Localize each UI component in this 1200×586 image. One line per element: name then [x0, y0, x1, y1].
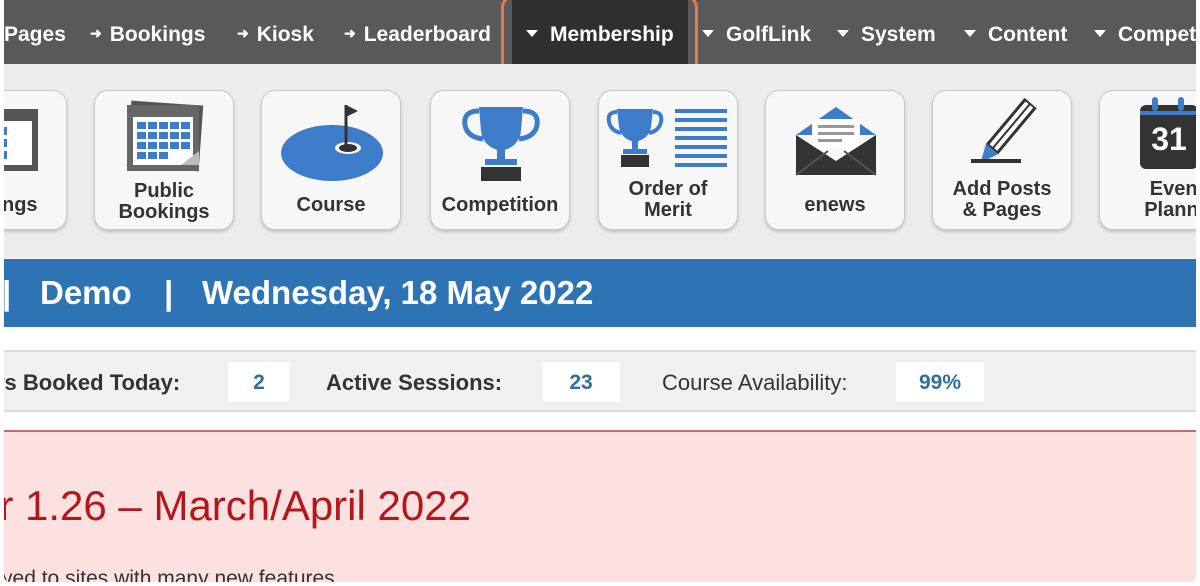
- nav-content[interactable]: Content: [964, 0, 1067, 64]
- nav-leaderboard[interactable]: ➜ Leaderboard: [344, 0, 491, 64]
- nav-golflink-label: GolfLink: [726, 23, 812, 46]
- booked-today-label: rs Booked Today:: [4, 370, 181, 395]
- tile-enews-label: enews: [804, 194, 866, 216]
- nav-golflink[interactable]: GolfLink: [702, 0, 811, 64]
- nav-system[interactable]: System: [837, 0, 936, 64]
- nav-kiosk[interactable]: ➜ Kiosk: [237, 0, 314, 64]
- stats-bar: rs Booked Today: 2 Active Sessions: 23 C…: [4, 350, 1196, 412]
- enter-arrow-icon: ➜: [237, 25, 249, 41]
- club-date-banner: | Demo | Wednesday, 18 May 2022: [4, 259, 1196, 327]
- nav-pages-label: Pages: [4, 23, 66, 46]
- tile-competition[interactable]: Competition: [430, 90, 570, 230]
- nav-pages[interactable]: Pages: [4, 0, 66, 64]
- tile-event-planner-label: Event Planne: [1144, 178, 1196, 221]
- caret-down-icon: [526, 30, 538, 37]
- booked-today-value: 2: [228, 362, 290, 402]
- release-notice: er 1.26 – March/April 2022 ployed to sit…: [4, 430, 1196, 582]
- club-name: Demo: [40, 274, 132, 311]
- top-nav-bar: Pages ➜ Bookings ➜ Kiosk ➜ Leaderboard Memb…: [4, 0, 1196, 64]
- banner-separator: |: [4, 274, 12, 311]
- tile-competition-label: Competition: [441, 194, 559, 216]
- active-sessions-label: Active Sessions:: [326, 370, 503, 395]
- tile-add-posts-label: Add Posts & Pages: [952, 178, 1052, 221]
- tile-bookings[interactable]: ings: [4, 90, 67, 230]
- tile-bookings-label: ings: [4, 194, 38, 216]
- nav-bookings-label: Bookings: [109, 23, 206, 46]
- banner-separator: |: [164, 274, 174, 311]
- nav-competitions[interactable]: Compet: [1094, 0, 1196, 64]
- nav-competitions-label: Compet: [1118, 23, 1196, 46]
- release-notice-body: ployed to sites with many new features: [4, 567, 335, 582]
- nav-leaderboard-label: Leaderboard: [363, 23, 491, 46]
- enter-arrow-icon: ➜: [90, 25, 102, 41]
- course-availability-value: 99%: [896, 362, 984, 402]
- caret-down-icon: [702, 30, 714, 37]
- tile-public-bookings-label: Public Bookings: [118, 180, 210, 223]
- tile-course-label: Course: [296, 194, 366, 216]
- active-sessions-value: 23: [542, 362, 620, 402]
- tile-event-planner[interactable]: 31 Event Planne: [1099, 90, 1196, 230]
- tile-order-of-merit-label: Order of Merit: [628, 178, 708, 221]
- tile-course[interactable]: Course: [261, 90, 401, 230]
- release-notice-title: er 1.26 – March/April 2022: [4, 482, 471, 529]
- tile-order-of-merit[interactable]: Order of Merit: [598, 90, 738, 230]
- nav-system-label: System: [861, 23, 936, 46]
- caret-down-icon: [1094, 30, 1106, 37]
- course-availability-label: Course Availability:: [662, 370, 848, 395]
- nav-membership-label: Membership: [550, 23, 674, 46]
- caret-down-icon: [837, 30, 849, 37]
- nav-kiosk-label: Kiosk: [256, 23, 314, 46]
- tile-enews[interactable]: enews: [765, 90, 905, 230]
- calendar-day-number: 31: [1151, 121, 1187, 157]
- caret-down-icon: [964, 30, 976, 37]
- nav-membership[interactable]: Membership: [512, 0, 688, 64]
- enter-arrow-icon: ➜: [344, 25, 356, 41]
- nav-content-label: Content: [988, 23, 1068, 46]
- app-frame: Pages ➜ Bookings ➜ Kiosk ➜ Leaderboard Memb…: [4, 0, 1196, 582]
- tile-public-bookings[interactable]: Public Bookings: [94, 90, 234, 230]
- current-date: Wednesday, 18 May 2022: [202, 274, 594, 311]
- tile-add-posts[interactable]: Add Posts & Pages: [932, 90, 1072, 230]
- nav-bookings[interactable]: ➜ Bookings: [90, 0, 205, 64]
